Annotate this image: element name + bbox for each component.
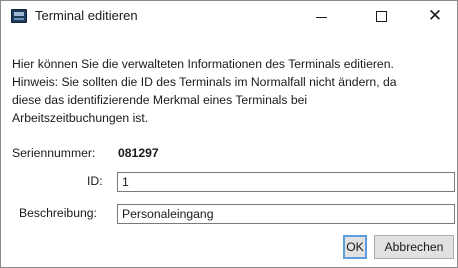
serial-number-value: 081297 xyxy=(118,146,159,160)
info-line: Hinweis: Sie sollten die ID des Terminal… xyxy=(12,75,397,89)
minimize-button[interactable] xyxy=(301,1,341,31)
info-line: diese das identifizierende Merkmal eines… xyxy=(12,93,308,107)
window-title: Terminal editieren xyxy=(35,8,138,23)
info-line: Arbeitszeitbuchungen ist. xyxy=(12,111,149,125)
id-label: ID: xyxy=(87,174,103,188)
serial-number-label: Seriennummer: xyxy=(12,146,96,160)
info-text: Hier können Sie die verwalteten Informat… xyxy=(12,55,450,127)
terminal-icon xyxy=(11,9,27,23)
info-line: Hier können Sie die verwalteten Informat… xyxy=(12,57,394,71)
title-bar[interactable]: Terminal editieren ✕ xyxy=(1,1,457,31)
description-input[interactable] xyxy=(117,204,455,224)
minimize-icon xyxy=(315,16,327,18)
dialog-window: Terminal editieren ✕ Hier können Sie die… xyxy=(0,0,458,268)
description-label: Beschreibung: xyxy=(19,206,97,220)
maximize-icon xyxy=(375,10,387,22)
close-button[interactable]: ✕ xyxy=(415,1,455,31)
cancel-button[interactable]: Abbrechen xyxy=(374,235,454,259)
id-input[interactable] xyxy=(117,172,455,192)
maximize-button[interactable] xyxy=(361,1,401,31)
ok-button[interactable]: OK xyxy=(343,235,367,259)
close-icon: ✕ xyxy=(427,5,443,26)
